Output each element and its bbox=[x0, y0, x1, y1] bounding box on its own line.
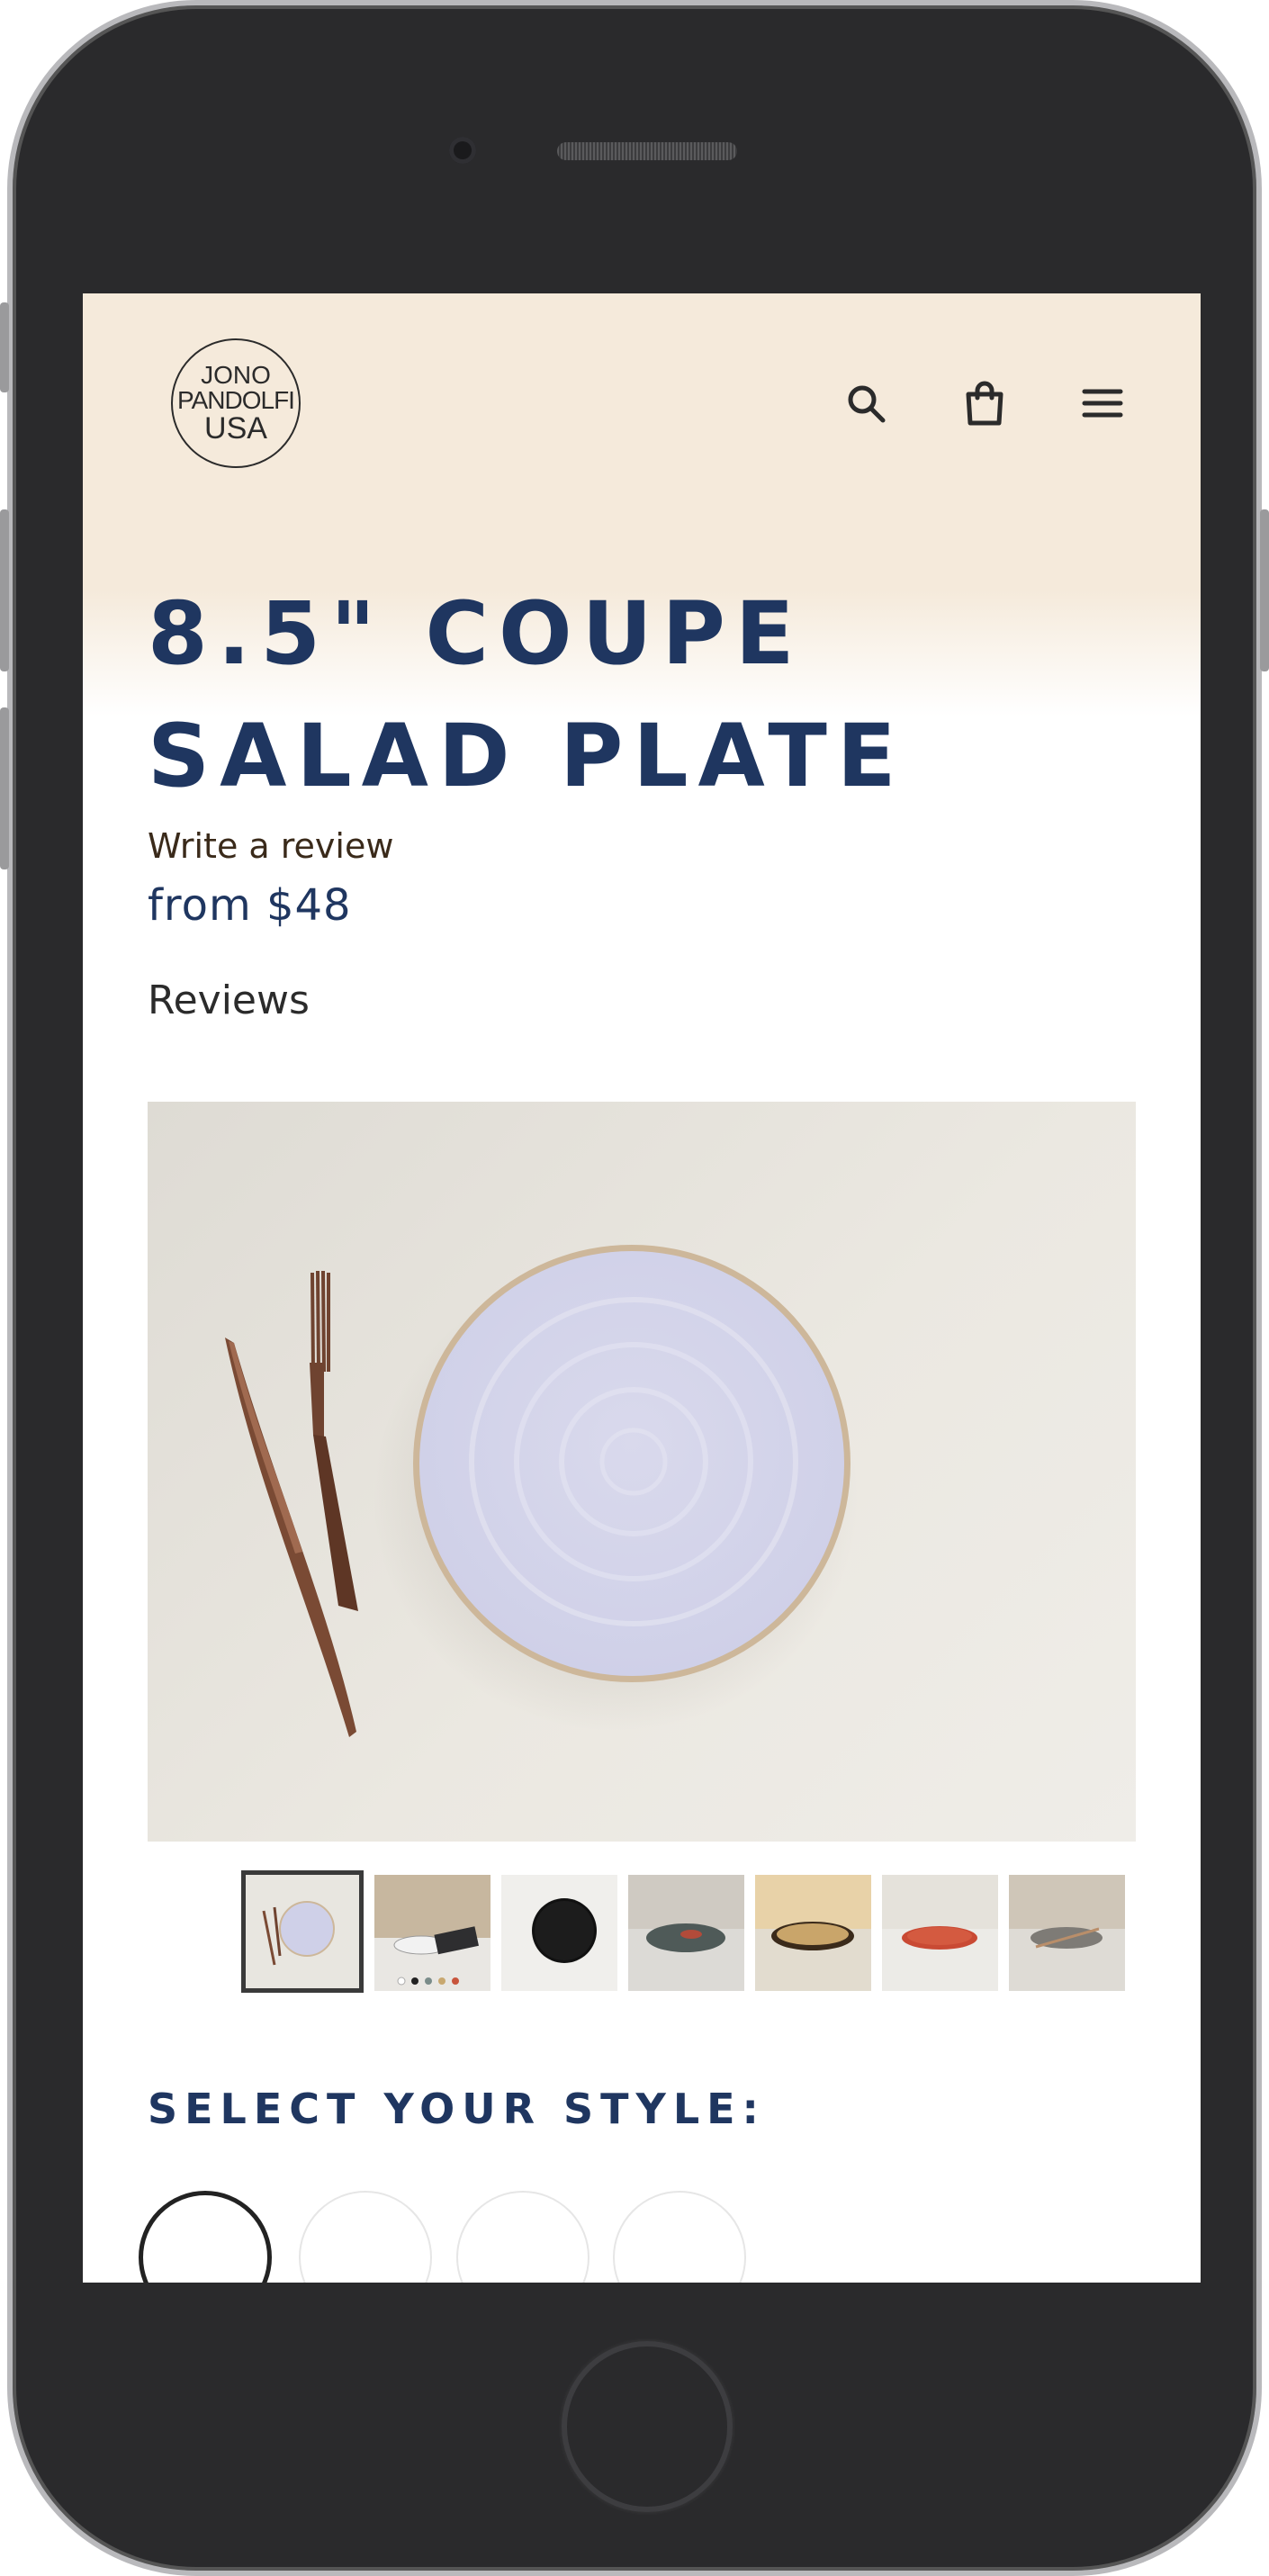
phone-frame: JONO PANDOLFI USA 8.5" Coupe Salad Plate bbox=[0, 0, 1269, 2576]
reviews-heading: Reviews bbox=[148, 977, 310, 1023]
front-camera bbox=[449, 137, 476, 164]
thumbnail-4[interactable] bbox=[628, 1875, 744, 1991]
thumbnail-5[interactable] bbox=[755, 1875, 871, 1991]
select-style-label: Select your style: bbox=[148, 2085, 766, 2133]
product-main-image[interactable] bbox=[148, 1102, 1136, 1842]
logo-line-1: JONO bbox=[201, 361, 271, 389]
thumbnail-image bbox=[882, 1875, 998, 1991]
volume-down-button bbox=[0, 707, 9, 869]
earpiece-speaker bbox=[557, 142, 737, 160]
logo-line-2: PANDOLFI bbox=[177, 386, 295, 414]
search-button[interactable] bbox=[839, 376, 893, 430]
menu-icon bbox=[1082, 389, 1123, 418]
thumbnail-image bbox=[1009, 1875, 1125, 1991]
bag-icon bbox=[966, 381, 1004, 426]
menu-button[interactable] bbox=[1076, 376, 1130, 430]
thumbnail-image bbox=[501, 1875, 617, 1991]
thumbnail-image bbox=[755, 1875, 871, 1991]
thumbnail-7[interactable] bbox=[1009, 1875, 1125, 1991]
volume-up-button bbox=[0, 509, 9, 671]
thumbnail-image bbox=[374, 1875, 490, 1991]
product-price: from $48 bbox=[148, 880, 352, 931]
thumbnail-strip bbox=[241, 1870, 1125, 1995]
thumbnail-1[interactable] bbox=[241, 1870, 364, 1993]
logo-line-3: USA bbox=[204, 411, 267, 446]
mute-switch bbox=[0, 302, 9, 392]
thumbnail-6[interactable] bbox=[882, 1875, 998, 1991]
style-option-4[interactable] bbox=[613, 2191, 746, 2283]
thumbnail-image bbox=[628, 1875, 744, 1991]
brand-logo[interactable]: JONO PANDOLFI USA bbox=[171, 338, 301, 468]
product-title: 8.5" Coupe Salad Plate bbox=[148, 583, 906, 806]
thumbnail-2[interactable] bbox=[374, 1875, 490, 1991]
style-option-1[interactable] bbox=[139, 2191, 272, 2283]
thumbnail-image bbox=[246, 1875, 359, 1988]
search-icon bbox=[848, 385, 886, 423]
cart-button[interactable] bbox=[958, 376, 1012, 430]
screen: JONO PANDOLFI USA 8.5" Coupe Salad Plate bbox=[83, 293, 1201, 2283]
power-button bbox=[1260, 509, 1269, 671]
style-option-2[interactable] bbox=[299, 2191, 432, 2283]
thumbnail-3[interactable] bbox=[501, 1875, 617, 1991]
style-option-3[interactable] bbox=[456, 2191, 590, 2283]
home-button[interactable] bbox=[562, 2341, 733, 2512]
plate-photo bbox=[225, 1245, 859, 1737]
write-review-link[interactable]: Write a review bbox=[148, 826, 393, 866]
